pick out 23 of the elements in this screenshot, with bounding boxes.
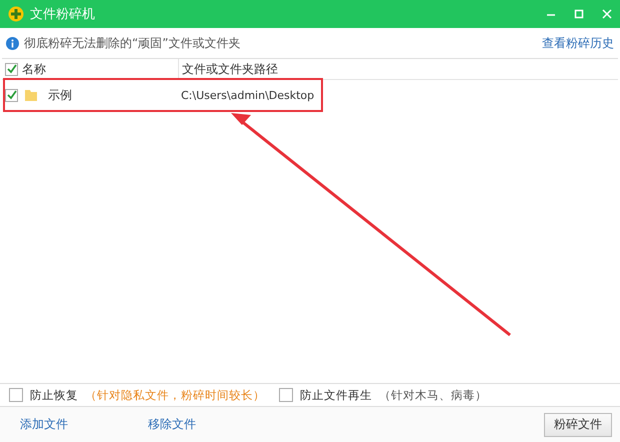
column-header: 文件或文件夹路径 bbox=[182, 60, 278, 78]
close-icon[interactable] bbox=[602, 9, 612, 19]
option-note: （针对木马、病毒） bbox=[379, 388, 487, 402]
option-label: 防止文件再生 bbox=[300, 388, 372, 402]
app-logo-icon bbox=[8, 6, 24, 22]
folder-icon bbox=[24, 88, 38, 102]
file-path: C:\Users\admin\Desktop bbox=[181, 88, 314, 102]
shred-button[interactable]: 粉碎文件 bbox=[544, 412, 612, 436]
option-label: 防止恢复 bbox=[30, 388, 78, 402]
info-text: 彻底粉碎无法删除的“顽固”文件或文件夹 bbox=[24, 34, 242, 52]
file-name: 示例 bbox=[48, 86, 72, 104]
checkbox[interactable] bbox=[5, 88, 18, 102]
window-title: 文件粉碎机 bbox=[30, 6, 96, 23]
checkbox[interactable] bbox=[5, 62, 18, 76]
history-link[interactable]: 查看粉碎历史 bbox=[542, 34, 614, 52]
column-header: 名称 bbox=[22, 60, 46, 78]
action-link[interactable]: 添加文件 bbox=[20, 416, 68, 433]
option-note: （针对隐私文件，粉碎时间较长） bbox=[85, 388, 265, 402]
info-icon bbox=[6, 36, 19, 50]
checkbox[interactable] bbox=[9, 388, 23, 402]
action-link[interactable]: 移除文件 bbox=[148, 416, 196, 433]
maximize-icon[interactable] bbox=[574, 9, 584, 19]
checkbox[interactable] bbox=[279, 388, 293, 402]
